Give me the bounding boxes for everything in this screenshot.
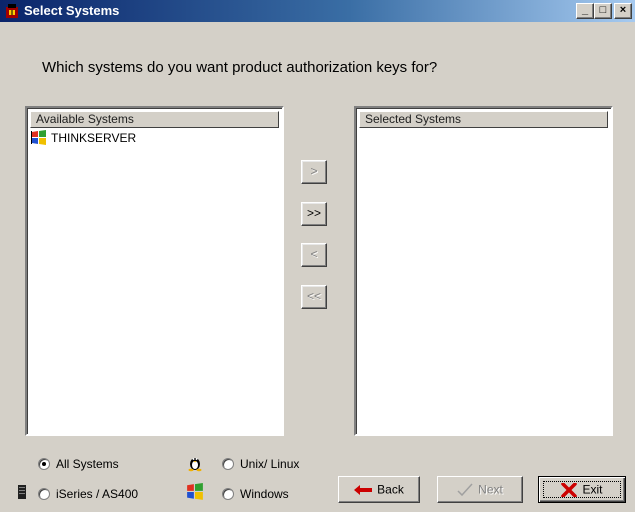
back-button[interactable]: Back [338,476,420,503]
available-systems-header[interactable]: Available Systems [30,111,279,128]
windows-logo-icon [186,483,204,501]
radio-button[interactable] [38,457,50,470]
remove-button[interactable]: < [301,243,327,267]
radio-label: Unix/ Linux [240,456,300,471]
tux-icon [186,454,204,472]
radio-iseries[interactable]: iSeries / AS400 [38,485,138,501]
window-title: Select Systems [24,3,120,18]
list-item[interactable]: THINKSERVER [31,130,136,146]
radio-unix-linux[interactable]: Unix/ Linux [222,455,299,471]
next-label: Next [478,482,503,497]
remove-all-button[interactable]: << [301,285,327,309]
radio-label: iSeries / AS400 [56,486,139,501]
title-bar: Select Systems _ □ × [0,0,635,22]
close-button[interactable]: × [614,3,632,19]
add-all-button[interactable]: >> [301,202,327,226]
add-button[interactable]: > [301,160,327,184]
windows-logo-icon [31,130,46,145]
focus-indicator [543,481,621,498]
back-arrow-icon [354,484,373,495]
selected-systems-header[interactable]: Selected Systems [359,111,608,128]
exit-button[interactable]: Exit [538,476,626,503]
prompt-text: Which systems do you want product author… [42,59,438,76]
next-button[interactable]: Next [437,476,523,503]
checkmark-icon [457,483,473,497]
radio-label: All Systems [56,456,119,471]
back-label: Back [377,482,404,497]
radio-button[interactable] [222,457,234,470]
radio-windows[interactable]: Windows [222,485,289,501]
radio-button[interactable] [38,487,50,500]
app-icon [4,3,20,19]
maximize-button[interactable]: □ [594,3,612,19]
as400-icon [17,484,27,500]
available-systems-list[interactable]: Available Systems THINKSERVER [25,106,284,436]
minimize-button[interactable]: _ [576,3,594,19]
radio-button[interactable] [222,487,234,500]
radio-all-systems[interactable]: All Systems [38,455,119,471]
list-item-label: THINKSERVER [51,131,137,145]
radio-label: Windows [240,486,289,501]
selected-systems-list[interactable]: Selected Systems [354,106,613,436]
